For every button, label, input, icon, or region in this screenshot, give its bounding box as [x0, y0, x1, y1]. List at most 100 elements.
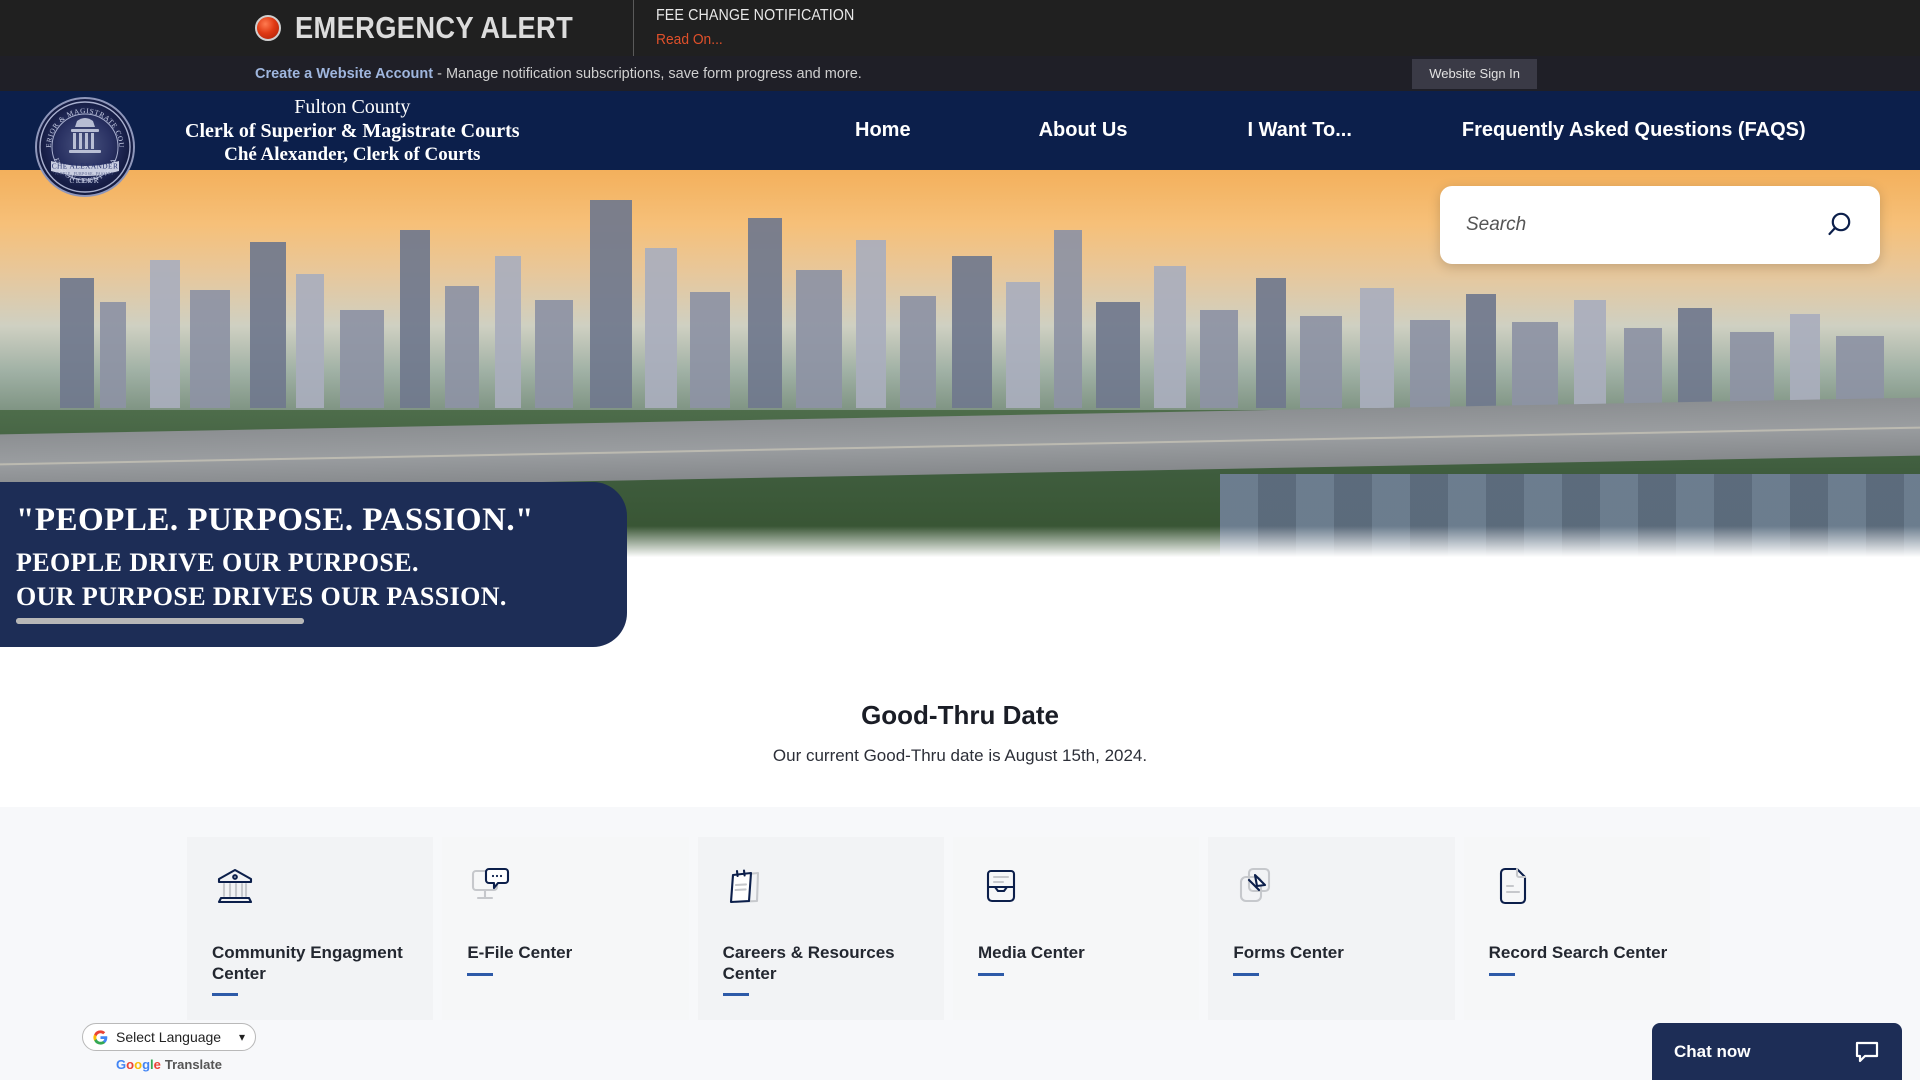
skyline-building — [445, 286, 479, 408]
hero-caption-line-3: OUR PURPOSE DRIVES OUR PASSION. — [16, 582, 507, 612]
emergency-alert-bar: EMERGENCY ALERT FEE CHANGE NOTIFICATION … — [0, 0, 1920, 56]
chat-now-label: Chat now — [1674, 1041, 1751, 1061]
quick-link-forms-center[interactable]: Forms Center — [1208, 837, 1455, 1020]
svg-text:CHÉ ALEXANDER: CHÉ ALEXANDER — [52, 161, 119, 171]
skyline-building — [1054, 230, 1082, 408]
hero-caption-line-2: PEOPLE DRIVE OUR PURPOSE. — [16, 548, 419, 578]
website-sign-in-button[interactable]: Website Sign In — [1412, 58, 1537, 89]
alert-message: FEE CHANGE NOTIFICATION Read On... — [656, 6, 872, 50]
search-box — [1440, 186, 1880, 264]
account-bar-text: Create a Website Account - Manage notifi… — [255, 66, 862, 82]
create-account-link[interactable]: Create a Website Account — [255, 66, 433, 82]
skyline-building — [645, 248, 677, 408]
chat-now-widget[interactable]: Chat now — [1652, 1023, 1902, 1080]
language-select-value: Select Language — [116, 1029, 222, 1045]
good-thru-title: Good-Thru Date — [861, 700, 1059, 730]
svg-text:CLERK: CLERK — [70, 177, 101, 185]
skyline-building — [1730, 332, 1774, 408]
skyline-building — [60, 278, 94, 408]
skyline-building — [590, 200, 632, 408]
alert-divider — [633, 0, 635, 56]
quick-link-community-engagement-center[interactable]: Community Engagment Center — [187, 837, 434, 1020]
skyline-building — [296, 274, 324, 408]
skyline-building — [1836, 336, 1884, 408]
quick-link-label: E-File Center — [467, 943, 573, 962]
skyline-building — [400, 230, 430, 408]
quick-link-media-center[interactable]: Media Center — [952, 837, 1200, 1020]
main-navigation: Home About Us I Want To... Frequently As… — [855, 91, 1806, 170]
copy-pages-icon — [1233, 863, 1440, 921]
skyline-building — [952, 256, 992, 408]
skyline-building — [1512, 322, 1558, 408]
chat-monitor-icon — [467, 863, 674, 921]
skyline-building — [1678, 308, 1712, 408]
chevron-down-icon: ▾ — [238, 1030, 245, 1044]
county-seal-logo[interactable]: SUPERIOR & MAGISTRATE COURTS FULTON COUN… — [35, 97, 135, 197]
alert-message-title: FEE CHANGE NOTIFICATION — [656, 6, 855, 24]
site-brand[interactable]: Fulton County Clerk of Superior & Magist… — [185, 95, 520, 167]
translate-word: Translate — [164, 1057, 222, 1072]
quick-link-underline — [212, 993, 238, 997]
google-translate-widget: Select Language ▾ Google Translate — [82, 1023, 256, 1072]
quick-link-careers-resources-center[interactable]: Careers & Resources Center — [697, 837, 944, 1020]
seal-graphic: SUPERIOR & MAGISTRATE COURTS FULTON COUN… — [37, 99, 131, 193]
quick-links-row: Community Engagment Center E-File Center — [187, 837, 1710, 1020]
nav-item-about-us[interactable]: About Us — [1039, 119, 1128, 142]
account-bar: Create a Website Account - Manage notifi… — [0, 56, 1920, 91]
nav-item-home[interactable]: Home — [855, 119, 911, 142]
skyline-building — [1006, 282, 1040, 408]
quick-link-underline — [467, 972, 494, 976]
skyline-building — [856, 240, 886, 408]
good-thru-section: Good-Thru Date Our current Good-Thru dat… — [0, 700, 1920, 766]
skyline-building — [1624, 328, 1662, 408]
skyline-building — [900, 296, 936, 408]
search-input[interactable] — [1440, 214, 1816, 236]
skyline-building — [150, 260, 180, 408]
hero-caption-line-1: "PEOPLE. PURPOSE. PASSION." — [16, 502, 535, 538]
document-icon — [1489, 863, 1696, 921]
skyline-building — [340, 310, 384, 408]
quick-links-section: Community Engagment Center E-File Center — [0, 807, 1920, 1080]
search-button[interactable] — [1816, 210, 1880, 240]
brand-line-office: Clerk of Superior & Magistrate Courts — [185, 119, 520, 142]
google-translate-attribution: Google Translate — [82, 1057, 256, 1072]
search-icon — [1828, 212, 1851, 236]
account-bar-description: - Manage notification subscriptions, sav… — [433, 65, 862, 82]
skyline-building — [1466, 294, 1496, 408]
skyline-building — [535, 300, 573, 408]
quick-link-e-file-center[interactable]: E-File Center — [442, 837, 689, 1020]
quick-link-label: Forms Center — [1233, 943, 1344, 962]
skyline-building — [495, 256, 521, 408]
skyline-building — [250, 242, 286, 408]
slideshow-progress-fill — [16, 618, 304, 624]
emergency-alert-title: EMERGENCY ALERT — [295, 10, 574, 45]
skyline-building — [690, 292, 730, 408]
brand-line-county: Fulton County — [294, 95, 411, 118]
quick-link-label: Careers & Resources Center — [722, 943, 895, 983]
brand-line-clerk: Ché Alexander, Clerk of Courts — [224, 144, 481, 166]
nav-item-faqs[interactable]: Frequently Asked Questions (FAQS) — [1462, 119, 1806, 142]
skyline-building — [1300, 316, 1342, 408]
skyline-building — [1200, 310, 1238, 408]
skyline-building — [1790, 314, 1820, 408]
quick-link-underline — [1488, 972, 1515, 976]
slideshow-progress-bar[interactable] — [16, 618, 304, 624]
hero-caption: "PEOPLE. PURPOSE. PASSION." PEOPLE DRIVE… — [0, 482, 627, 647]
language-select[interactable]: Select Language ▾ — [82, 1023, 256, 1051]
skyline-building — [1256, 278, 1286, 408]
skyline-building — [100, 302, 126, 408]
notepad-icon — [723, 863, 930, 921]
inbox-icon — [978, 863, 1185, 921]
skyline-building — [796, 270, 842, 408]
bank-building-icon — [212, 863, 419, 921]
skyline-building — [1574, 300, 1606, 408]
quick-link-underline — [1233, 972, 1260, 976]
quick-link-label: Community Engagment Center — [212, 943, 403, 983]
quick-link-record-search-center[interactable]: Record Search Center — [1463, 837, 1710, 1020]
quick-link-label: Media Center — [977, 943, 1085, 962]
nav-item-i-want-to[interactable]: I Want To... — [1247, 119, 1351, 142]
alert-read-on-link[interactable]: Read On... — [656, 30, 854, 50]
skyline-building — [748, 218, 782, 408]
highway-lane-line — [0, 426, 1920, 466]
quick-link-label: Record Search Center — [1488, 943, 1668, 962]
